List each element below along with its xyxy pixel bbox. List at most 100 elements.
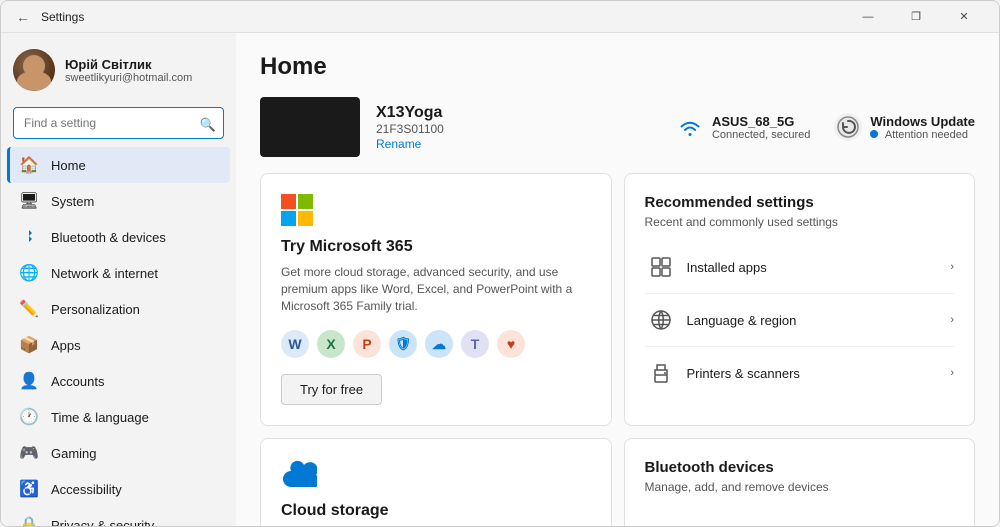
page-title: Home — [260, 53, 975, 81]
ms365-card: Try Microsoft 365 Get more cloud storage… — [260, 173, 612, 426]
minimize-button[interactable]: — — [845, 1, 891, 33]
cloud-storage-card: Cloud storage Make sure you're signed in… — [260, 438, 612, 526]
sidebar-item-label: Home — [51, 158, 86, 173]
ms365-heading: Try Microsoft 365 — [281, 238, 591, 256]
printers-label: Printers & scanners — [687, 366, 951, 381]
language-label: Language & region — [687, 313, 951, 328]
app-icon-family: ♥ — [497, 330, 525, 358]
settings-window: ← Settings — ❐ ✕ Юрій Світлик sweetlikyu… — [0, 0, 1000, 527]
titlebar: ← Settings — ❐ ✕ — [1, 1, 999, 33]
wifi-text: ASUS_68_5G Connected, secured — [712, 114, 810, 141]
wifi-status-text: Connected, secured — [712, 129, 810, 141]
device-model: 21F3S01100 — [376, 122, 660, 136]
content-area: Home X13Yoga 21F3S01100 Rename — [236, 33, 999, 526]
sidebar-item-system[interactable]: 🖥 System — [7, 183, 230, 219]
time-icon: 🕐 — [19, 407, 39, 427]
sidebar-item-accounts[interactable]: 👤 Accounts — [7, 363, 230, 399]
settings-item-installed-apps[interactable]: Installed apps › — [645, 241, 955, 294]
sidebar: Юрій Світлик sweetlikyuri@hotmail.com 🔍 … — [1, 33, 236, 526]
settings-item-printers[interactable]: Printers & scanners › — [645, 347, 955, 399]
bluetooth-icon — [19, 227, 39, 247]
home-icon: 🏠 — [19, 155, 39, 175]
back-button[interactable]: ← — [13, 7, 33, 27]
maximize-button[interactable]: ❐ — [893, 1, 939, 33]
app-icon-teams: T — [461, 330, 489, 358]
update-label: Windows Update — [870, 114, 975, 129]
wifi-icon — [676, 113, 704, 141]
sidebar-item-network[interactable]: 🌐 Network & internet — [7, 255, 230, 291]
recommended-subtitle: Recent and commonly used settings — [645, 215, 955, 229]
bluetooth-heading: Bluetooth devices — [645, 459, 955, 476]
gaming-icon: 🎮 — [19, 443, 39, 463]
device-thumbnail — [260, 97, 360, 157]
rename-link[interactable]: Rename — [376, 137, 421, 151]
app-icon-excel: X — [317, 330, 345, 358]
app-icon-onedrive: ☁ — [425, 330, 453, 358]
cloud-heading: Cloud storage — [281, 502, 591, 520]
app-icon-word: W — [281, 330, 309, 358]
sidebar-item-home[interactable]: 🏠 Home — [7, 147, 230, 183]
ms365-logo — [281, 194, 591, 226]
sidebar-item-label: Time & language — [51, 410, 149, 425]
cards-grid: Try Microsoft 365 Get more cloud storage… — [260, 173, 975, 526]
window-controls: — ❐ ✕ — [845, 1, 987, 33]
accessibility-icon: ♿ — [19, 479, 39, 499]
cloud-icon — [281, 459, 591, 494]
avatar — [13, 49, 55, 91]
update-dot — [870, 130, 878, 138]
bluetooth-subtitle: Manage, add, and remove devices — [645, 480, 955, 494]
sidebar-item-label: Personalization — [51, 302, 140, 317]
update-text: Windows Update Attention needed — [870, 114, 975, 141]
app-icon-powerpoint: P — [353, 330, 381, 358]
close-button[interactable]: ✕ — [941, 1, 987, 33]
sidebar-item-accessibility[interactable]: ♿ Accessibility — [7, 471, 230, 507]
update-status[interactable]: Windows Update Attention needed — [834, 113, 975, 141]
sidebar-item-label: Accounts — [51, 374, 104, 389]
sidebar-item-label: Accessibility — [51, 482, 122, 497]
bluetooth-devices-card: Bluetooth devices Manage, add, and remov… — [624, 438, 976, 526]
sidebar-item-label: Network & internet — [51, 266, 158, 281]
app-icons-row: W X P 🛡 ☁ T ♥ — [281, 330, 591, 358]
wifi-status: ASUS_68_5G Connected, secured — [676, 113, 810, 141]
installed-apps-label: Installed apps — [687, 260, 951, 275]
device-info: X13Yoga 21F3S01100 Rename — [376, 104, 660, 151]
personalization-icon: ✏️ — [19, 299, 39, 319]
device-status-group: ASUS_68_5G Connected, secured — [676, 113, 975, 141]
sidebar-item-personalization[interactable]: ✏️ Personalization — [7, 291, 230, 327]
sidebar-item-label: Apps — [51, 338, 81, 353]
sidebar-item-gaming[interactable]: 🎮 Gaming — [7, 435, 230, 471]
update-icon-circle — [834, 113, 862, 141]
recommended-settings-card: Recommended settings Recent and commonly… — [624, 173, 976, 426]
settings-item-language[interactable]: Language & region › — [645, 294, 955, 347]
installed-apps-icon — [645, 251, 677, 283]
sidebar-item-time[interactable]: 🕐 Time & language — [7, 399, 230, 435]
sidebar-user[interactable]: Юрій Світлик sweetlikyuri@hotmail.com — [1, 33, 236, 103]
user-name: Юрій Світлик — [65, 57, 224, 72]
wifi-label: ASUS_68_5G — [712, 114, 810, 129]
main-layout: Юрій Світлик sweetlikyuri@hotmail.com 🔍 … — [1, 33, 999, 526]
search-input[interactable] — [13, 107, 224, 139]
update-status-text: Attention needed — [870, 129, 975, 141]
device-bar: X13Yoga 21F3S01100 Rename — [260, 97, 975, 157]
ms365-description: Get more cloud storage, advanced securit… — [281, 264, 591, 314]
sidebar-item-bluetooth[interactable]: Bluetooth & devices — [7, 219, 230, 255]
sidebar-item-label: Bluetooth & devices — [51, 230, 166, 245]
chevron-right-icon-3: › — [950, 367, 954, 379]
titlebar-title: Settings — [41, 10, 845, 24]
user-email: sweetlikyuri@hotmail.com — [65, 72, 224, 84]
sidebar-item-label: System — [51, 194, 94, 209]
chevron-right-icon-2: › — [950, 314, 954, 326]
sidebar-item-privacy[interactable]: 🔒 Privacy & security — [7, 507, 230, 526]
app-icon-defender: 🛡 — [389, 330, 417, 358]
sidebar-nav: 🏠 Home 🖥 System Bluetooth & devices 🌐 Ne… — [1, 147, 236, 526]
chevron-right-icon: › — [950, 261, 954, 273]
language-icon — [645, 304, 677, 336]
network-icon: 🌐 — [19, 263, 39, 283]
user-info: Юрій Світлик sweetlikyuri@hotmail.com — [65, 57, 224, 84]
privacy-icon: 🔒 — [19, 515, 39, 526]
search-icon: 🔍 — [200, 117, 216, 133]
try-free-button[interactable]: Try for free — [281, 374, 382, 405]
system-icon: 🖥 — [19, 191, 39, 211]
search-container: 🔍 — [1, 103, 236, 147]
sidebar-item-apps[interactable]: 📦 Apps — [7, 327, 230, 363]
